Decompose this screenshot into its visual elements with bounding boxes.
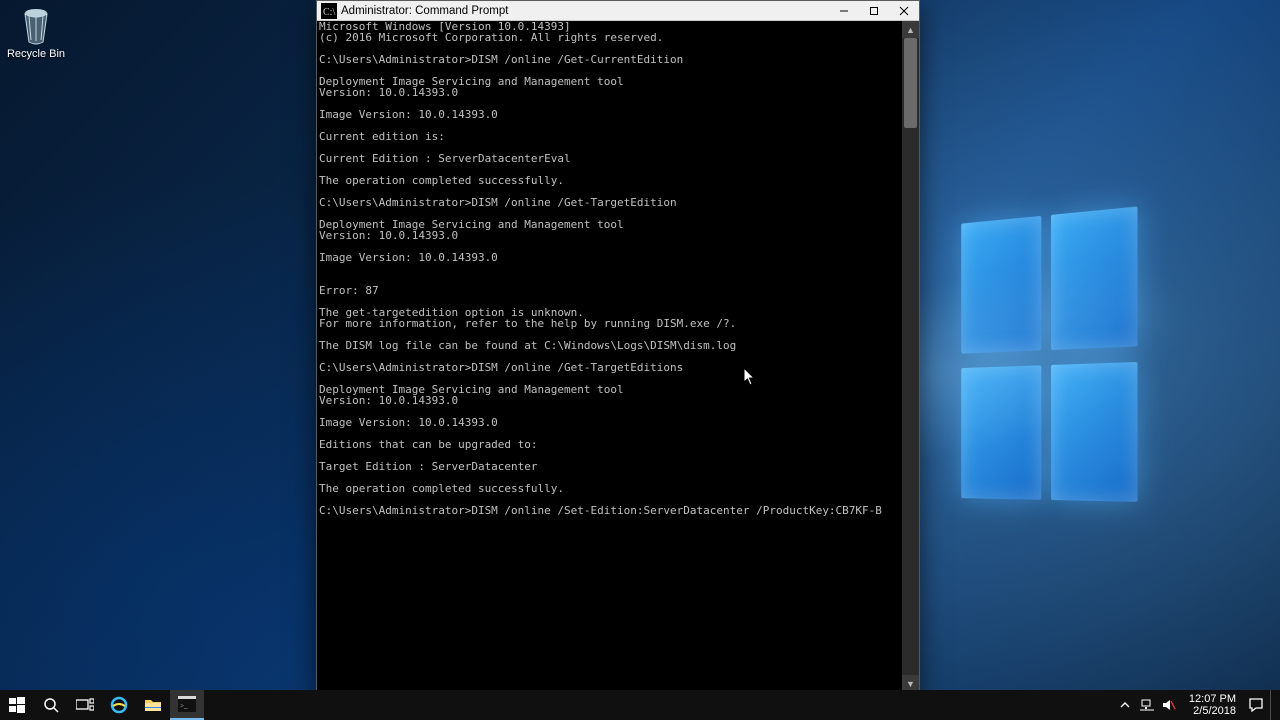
tray-overflow-button[interactable] [1117, 697, 1133, 713]
show-desktop-button[interactable] [1270, 690, 1276, 720]
svg-text:>_: >_ [180, 702, 188, 710]
vertical-scrollbar[interactable]: ▲ ▼ [902, 21, 919, 692]
taskbar-app-cmd[interactable]: >_ [170, 690, 204, 720]
clock-date: 2/5/2018 [1189, 705, 1236, 717]
window-title: Administrator: Command Prompt [341, 5, 829, 17]
cmd-icon: C:\ [321, 3, 337, 19]
close-button[interactable] [889, 1, 919, 20]
speaker-icon [1162, 699, 1176, 711]
desktop-icon-recycle-bin[interactable]: Recycle Bin [6, 6, 66, 60]
wallpaper-windows-logo [961, 206, 1146, 513]
file-explorer-icon [144, 697, 162, 713]
titlebar[interactable]: C:\ Administrator: Command Prompt [317, 1, 919, 21]
taskbar-clock[interactable]: 12:07 PM 2/5/2018 [1183, 693, 1242, 717]
windows-logo-icon [9, 697, 25, 713]
notifications-icon [1249, 698, 1263, 712]
chevron-up-icon [1120, 700, 1130, 710]
cmd-taskbar-icon: >_ [178, 696, 196, 712]
taskbar-app-explorer[interactable] [136, 690, 170, 720]
desktop[interactable]: Recycle Bin C:\ Administrator: Command P… [0, 0, 1280, 720]
network-icon [1140, 699, 1154, 711]
task-view-icon [76, 698, 94, 712]
taskbar[interactable]: >_ 12:07 PM 2/5/2018 [0, 690, 1280, 720]
maximize-button[interactable] [859, 1, 889, 20]
scroll-up-arrow-icon[interactable]: ▲ [902, 21, 919, 38]
action-center-button[interactable] [1248, 697, 1264, 713]
console-output[interactable]: Microsoft Windows [Version 10.0.14393] (… [317, 21, 902, 692]
minimize-button[interactable] [829, 1, 859, 20]
task-view-button[interactable] [68, 690, 102, 720]
system-tray[interactable]: 12:07 PM 2/5/2018 [1113, 690, 1280, 720]
search-icon [43, 697, 59, 713]
tray-network-icon[interactable] [1139, 697, 1155, 713]
taskbar-app-ie[interactable] [102, 690, 136, 720]
search-button[interactable] [34, 690, 68, 720]
internet-explorer-icon [110, 696, 128, 714]
scroll-thumb[interactable] [904, 38, 917, 128]
taskbar-spacer [204, 690, 1113, 720]
clock-time: 12:07 PM [1189, 693, 1236, 705]
desktop-icon-label: Recycle Bin [6, 48, 66, 60]
recycle-bin-icon [19, 6, 53, 46]
start-button[interactable] [0, 690, 34, 720]
tray-volume-icon[interactable] [1161, 697, 1177, 713]
window-command-prompt[interactable]: C:\ Administrator: Command Prompt Micros… [316, 0, 920, 693]
scroll-track[interactable] [902, 38, 919, 675]
svg-text:C:\: C:\ [323, 7, 335, 18]
